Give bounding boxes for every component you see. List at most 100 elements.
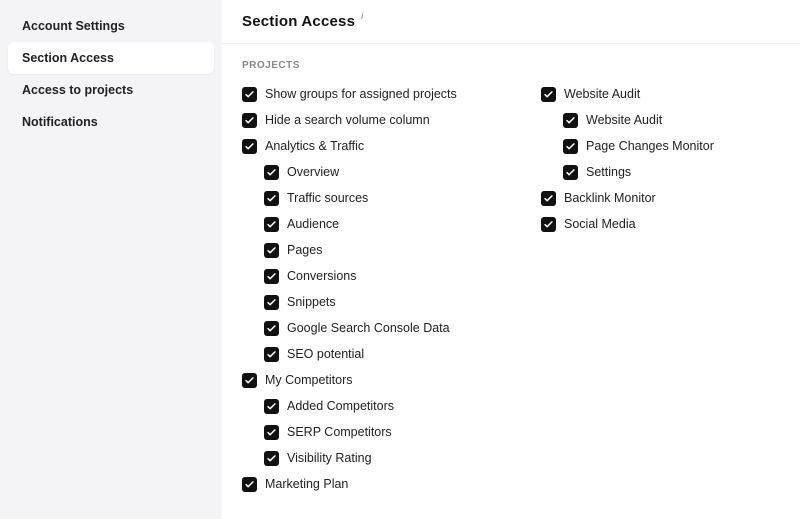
checkbox[interactable] xyxy=(242,373,257,388)
check-icon xyxy=(266,245,277,256)
permission-row: Visibility Rating xyxy=(264,445,481,471)
permission-row: Hide a search volume column xyxy=(242,107,481,133)
check-icon xyxy=(266,349,277,360)
permission-row: Pages xyxy=(264,237,481,263)
check-icon xyxy=(565,167,576,178)
check-icon xyxy=(244,115,255,126)
permission-row: Marketing Plan xyxy=(242,471,481,497)
checkbox[interactable] xyxy=(563,165,578,180)
info-icon[interactable]: i xyxy=(361,11,363,22)
check-icon xyxy=(565,115,576,126)
checkbox[interactable] xyxy=(264,321,279,336)
checkbox[interactable] xyxy=(541,191,556,206)
permission-label: Snippets xyxy=(287,295,336,309)
permission-label: Social Media xyxy=(564,217,636,231)
checkbox[interactable] xyxy=(264,295,279,310)
permission-label: Added Competitors xyxy=(287,399,394,413)
checkbox[interactable] xyxy=(242,113,257,128)
permission-row: Website Audit xyxy=(563,107,780,133)
page-title: Section Access xyxy=(242,13,355,30)
sidebar-item-access-to-projects[interactable]: Access to projects xyxy=(8,74,214,106)
permission-row: Snippets xyxy=(264,289,481,315)
permission-row: Page Changes Monitor xyxy=(563,133,780,159)
sidebar-item-label: Section Access xyxy=(22,51,114,65)
permission-label: Google Search Console Data xyxy=(287,321,450,335)
permission-label: Settings xyxy=(586,165,631,179)
permission-label: Conversions xyxy=(287,269,356,283)
check-icon xyxy=(266,219,277,230)
permission-label: SEO potential xyxy=(287,347,364,361)
check-icon xyxy=(266,297,277,308)
check-icon xyxy=(266,167,277,178)
content: PROJECTS Show groups for assigned projec… xyxy=(222,44,800,519)
checkbox[interactable] xyxy=(541,87,556,102)
checkbox[interactable] xyxy=(242,477,257,492)
sidebar-item-label: Access to projects xyxy=(22,83,133,97)
checkbox[interactable] xyxy=(541,217,556,232)
permission-label: Website Audit xyxy=(586,113,662,127)
checkbox[interactable] xyxy=(264,217,279,232)
checkbox[interactable] xyxy=(264,425,279,440)
check-icon xyxy=(266,427,277,438)
permission-label: My Competitors xyxy=(265,373,353,387)
checkbox[interactable] xyxy=(264,165,279,180)
permission-label: SERP Competitors xyxy=(287,425,392,439)
permission-row: Settings xyxy=(563,159,780,185)
permission-label: Overview xyxy=(287,165,339,179)
permission-label: Page Changes Monitor xyxy=(586,139,714,153)
check-icon xyxy=(266,453,277,464)
permission-row: Analytics & Traffic xyxy=(242,133,481,159)
permission-row: Website Audit xyxy=(541,81,780,107)
permission-row: Overview xyxy=(264,159,481,185)
permission-row: Audience xyxy=(264,211,481,237)
permission-label: Pages xyxy=(287,243,322,257)
permission-row: Conversions xyxy=(264,263,481,289)
check-icon xyxy=(244,479,255,490)
page-header: Section Access i xyxy=(222,0,800,44)
permission-label: Backlink Monitor xyxy=(564,191,656,205)
sidebar-item-section-access[interactable]: Section Access xyxy=(8,42,214,74)
projects-col-right: Website Audit Website Audit Page Changes M… xyxy=(541,81,780,497)
sidebar: Account Settings Section Access Access to … xyxy=(0,0,222,519)
projects-col-left: Show groups for assigned projects Hide a … xyxy=(242,81,481,497)
checkbox[interactable] xyxy=(563,139,578,154)
checkbox[interactable] xyxy=(563,113,578,128)
sidebar-item-label: Account Settings xyxy=(22,19,125,33)
checkbox[interactable] xyxy=(264,347,279,362)
checkbox[interactable] xyxy=(264,451,279,466)
permission-row: My Competitors xyxy=(242,367,481,393)
check-icon xyxy=(266,323,277,334)
check-icon xyxy=(266,193,277,204)
check-icon xyxy=(266,401,277,412)
permission-row: Google Search Console Data xyxy=(264,315,481,341)
permission-row: Show groups for assigned projects xyxy=(242,81,481,107)
permission-row: Added Competitors xyxy=(264,393,481,419)
permission-row: Backlink Monitor xyxy=(541,185,780,211)
check-icon xyxy=(244,89,255,100)
permission-label: Traffic sources xyxy=(287,191,368,205)
permission-label: Visibility Rating xyxy=(287,451,372,465)
check-icon xyxy=(543,193,554,204)
check-icon xyxy=(543,89,554,100)
sidebar-item-account-settings[interactable]: Account Settings xyxy=(8,10,214,42)
permission-label: Audience xyxy=(287,217,339,231)
checkbox[interactable] xyxy=(242,87,257,102)
sidebar-item-notifications[interactable]: Notifications xyxy=(8,106,214,138)
checkbox[interactable] xyxy=(264,399,279,414)
permission-row: Traffic sources xyxy=(264,185,481,211)
checkbox[interactable] xyxy=(242,139,257,154)
checkbox[interactable] xyxy=(264,269,279,284)
permission-label: Analytics & Traffic xyxy=(265,139,364,153)
checkbox[interactable] xyxy=(264,191,279,206)
main: Section Access i PROJECTS Show groups fo… xyxy=(222,0,800,519)
checkbox[interactable] xyxy=(264,243,279,258)
sidebar-item-label: Notifications xyxy=(22,115,98,129)
permission-row: SEO potential xyxy=(264,341,481,367)
permission-label: Hide a search volume column xyxy=(265,113,430,127)
permission-label: Website Audit xyxy=(564,87,640,101)
check-icon xyxy=(244,375,255,386)
permission-label: Show groups for assigned projects xyxy=(265,87,457,101)
check-icon xyxy=(266,271,277,282)
permission-row: SERP Competitors xyxy=(264,419,481,445)
check-icon xyxy=(543,219,554,230)
